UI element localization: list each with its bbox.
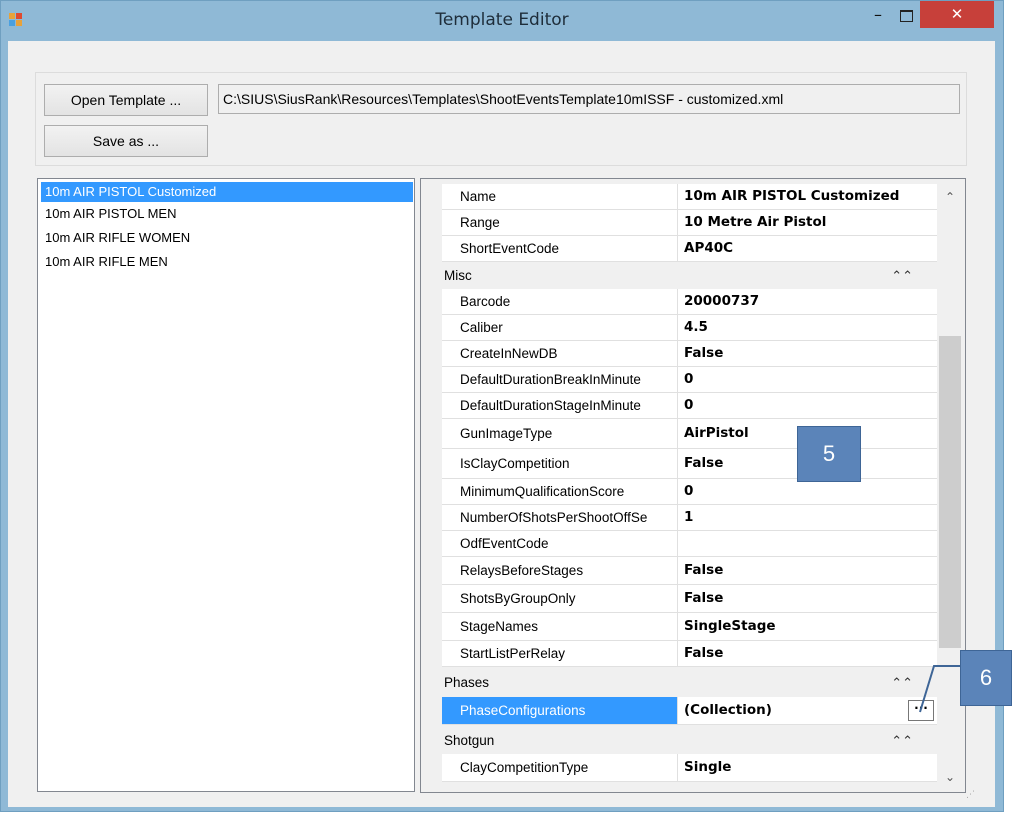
property-value[interactable] — [678, 531, 937, 557]
property-row-numberofshots[interactable]: NumberOfShotsPerShootOffSe 1 — [424, 505, 937, 531]
callout-5: 5 — [797, 426, 861, 482]
category-misc[interactable]: Misc ⌃⌃ — [424, 262, 937, 289]
property-value[interactable]: False — [678, 585, 937, 613]
property-grid-rows: Name 10m AIR PISTOL Customized Range 10 … — [424, 182, 937, 790]
property-row-name[interactable]: Name 10m AIR PISTOL Customized — [424, 184, 937, 210]
property-row-caliber[interactable]: Caliber 4.5 — [424, 315, 937, 341]
list-item[interactable]: 10m AIR PISTOL Customized — [41, 182, 413, 202]
template-list[interactable]: 10m AIR PISTOL Customized 10m AIR PISTOL… — [37, 178, 415, 792]
collapse-icon[interactable]: ⌃⌃ — [891, 262, 913, 289]
property-row-range[interactable]: Range 10 Metre Air Pistol — [424, 210, 937, 236]
property-value[interactable]: 10 Metre Air Pistol — [678, 210, 937, 236]
property-name: ShortEventCode — [442, 236, 678, 262]
category-shotgun[interactable]: Shotgun ⌃⌃ — [424, 727, 937, 754]
property-name: GunImageType — [442, 419, 678, 449]
property-value[interactable]: Single — [678, 754, 937, 782]
property-row-defaultdurationstage[interactable]: DefaultDurationStageInMinute 0 — [424, 393, 937, 419]
close-button[interactable]: ✕ — [920, 1, 994, 28]
category-phases[interactable]: Phases ⌃⌃ — [424, 669, 937, 696]
list-item[interactable]: 10m AIR RIFLE WOMEN — [41, 229, 413, 251]
property-row-phaseconfigurations[interactable]: PhaseConfigurations (Collection) ··· — [424, 697, 937, 725]
property-row-shotsbygrouponly[interactable]: ShotsByGroupOnly False — [424, 585, 937, 613]
property-name: DefaultDurationBreakInMinute — [442, 367, 678, 393]
property-name: RelaysBeforeStages — [442, 557, 678, 585]
open-template-button[interactable]: Open Template ... — [44, 84, 208, 116]
property-value[interactable]: 4.5 — [678, 315, 937, 341]
scrollbar-thumb[interactable] — [939, 336, 961, 648]
property-row-stagenames[interactable]: StageNames SingleStage — [424, 613, 937, 641]
category-label: Shotgun — [444, 733, 495, 748]
property-value[interactable]: AP40C — [678, 236, 937, 262]
property-name: Name — [442, 184, 678, 210]
property-name: OdfEventCode — [442, 531, 678, 557]
property-value[interactable]: 0 — [678, 393, 937, 419]
property-value[interactable]: SingleStage — [678, 613, 937, 641]
list-item[interactable]: 10m AIR PISTOL MEN — [41, 205, 413, 227]
window-title: Template Editor — [435, 10, 569, 30]
property-name: NumberOfShotsPerShootOffSe — [442, 505, 678, 531]
scroll-up-icon[interactable]: ⌃ — [937, 186, 963, 208]
maximize-icon — [900, 10, 913, 22]
property-name: StartListPerRelay — [442, 641, 678, 667]
property-value[interactable]: 10m AIR PISTOL Customized — [678, 184, 937, 210]
resize-grip-icon[interactable]: ⋰ — [966, 790, 980, 804]
save-as-button[interactable]: Save as ... — [44, 125, 208, 157]
property-name: Caliber — [442, 315, 678, 341]
property-name: CreateInNewDB — [442, 341, 678, 367]
property-row-relaysbeforestages[interactable]: RelaysBeforeStages False — [424, 557, 937, 585]
list-item[interactable]: 10m AIR RIFLE MEN — [41, 253, 413, 275]
category-label: Phases — [444, 675, 490, 690]
property-name: IsClayCompetition — [442, 449, 678, 479]
property-name: DefaultDurationStageInMinute — [442, 393, 678, 419]
property-value[interactable]: 1 — [678, 505, 937, 531]
property-row-claycompetitiontype[interactable]: ClayCompetitionType Single — [424, 754, 937, 782]
property-name: ShotsByGroupOnly — [442, 585, 678, 613]
property-value[interactable]: (Collection) — [678, 697, 937, 725]
property-name: MinimumQualificationScore — [442, 479, 678, 505]
minimize-button[interactable]: – — [864, 4, 892, 30]
property-row-shorteventcode[interactable]: ShortEventCode AP40C — [424, 236, 937, 262]
title-bar[interactable]: Template Editor — [1, 1, 1003, 41]
category-label: Misc — [444, 268, 472, 283]
property-row-createinnewdb[interactable]: CreateInNewDB False — [424, 341, 937, 367]
property-row-minimumqualificationscore[interactable]: MinimumQualificationScore 0 — [424, 479, 937, 505]
callout-6: 6 — [960, 650, 1012, 706]
property-row-startlistperrelay[interactable]: StartListPerRelay False — [424, 641, 937, 667]
property-value[interactable]: 0 — [678, 367, 937, 393]
property-value[interactable]: False — [678, 641, 937, 667]
property-row-barcode[interactable]: Barcode 20000737 — [424, 289, 937, 315]
property-name: PhaseConfigurations — [442, 697, 678, 725]
property-value[interactable]: 20000737 — [678, 289, 937, 315]
property-value[interactable]: 0 — [678, 479, 937, 505]
maximize-button[interactable] — [892, 4, 920, 30]
property-name: Range — [442, 210, 678, 236]
collapse-icon[interactable]: ⌃⌃ — [891, 727, 913, 754]
property-name: Barcode — [442, 289, 678, 315]
template-path-field[interactable]: C:\SIUS\SiusRank\Resources\Templates\Sho… — [218, 84, 960, 114]
property-value[interactable]: False — [678, 557, 937, 585]
property-row-odfeventcode[interactable]: OdfEventCode — [424, 531, 937, 557]
property-value[interactable]: False — [678, 341, 937, 367]
scroll-down-icon[interactable]: ⌄ — [937, 766, 963, 788]
property-name: StageNames — [442, 613, 678, 641]
property-name: ClayCompetitionType — [442, 754, 678, 782]
property-row-defaultdurationbreak[interactable]: DefaultDurationBreakInMinute 0 — [424, 367, 937, 393]
